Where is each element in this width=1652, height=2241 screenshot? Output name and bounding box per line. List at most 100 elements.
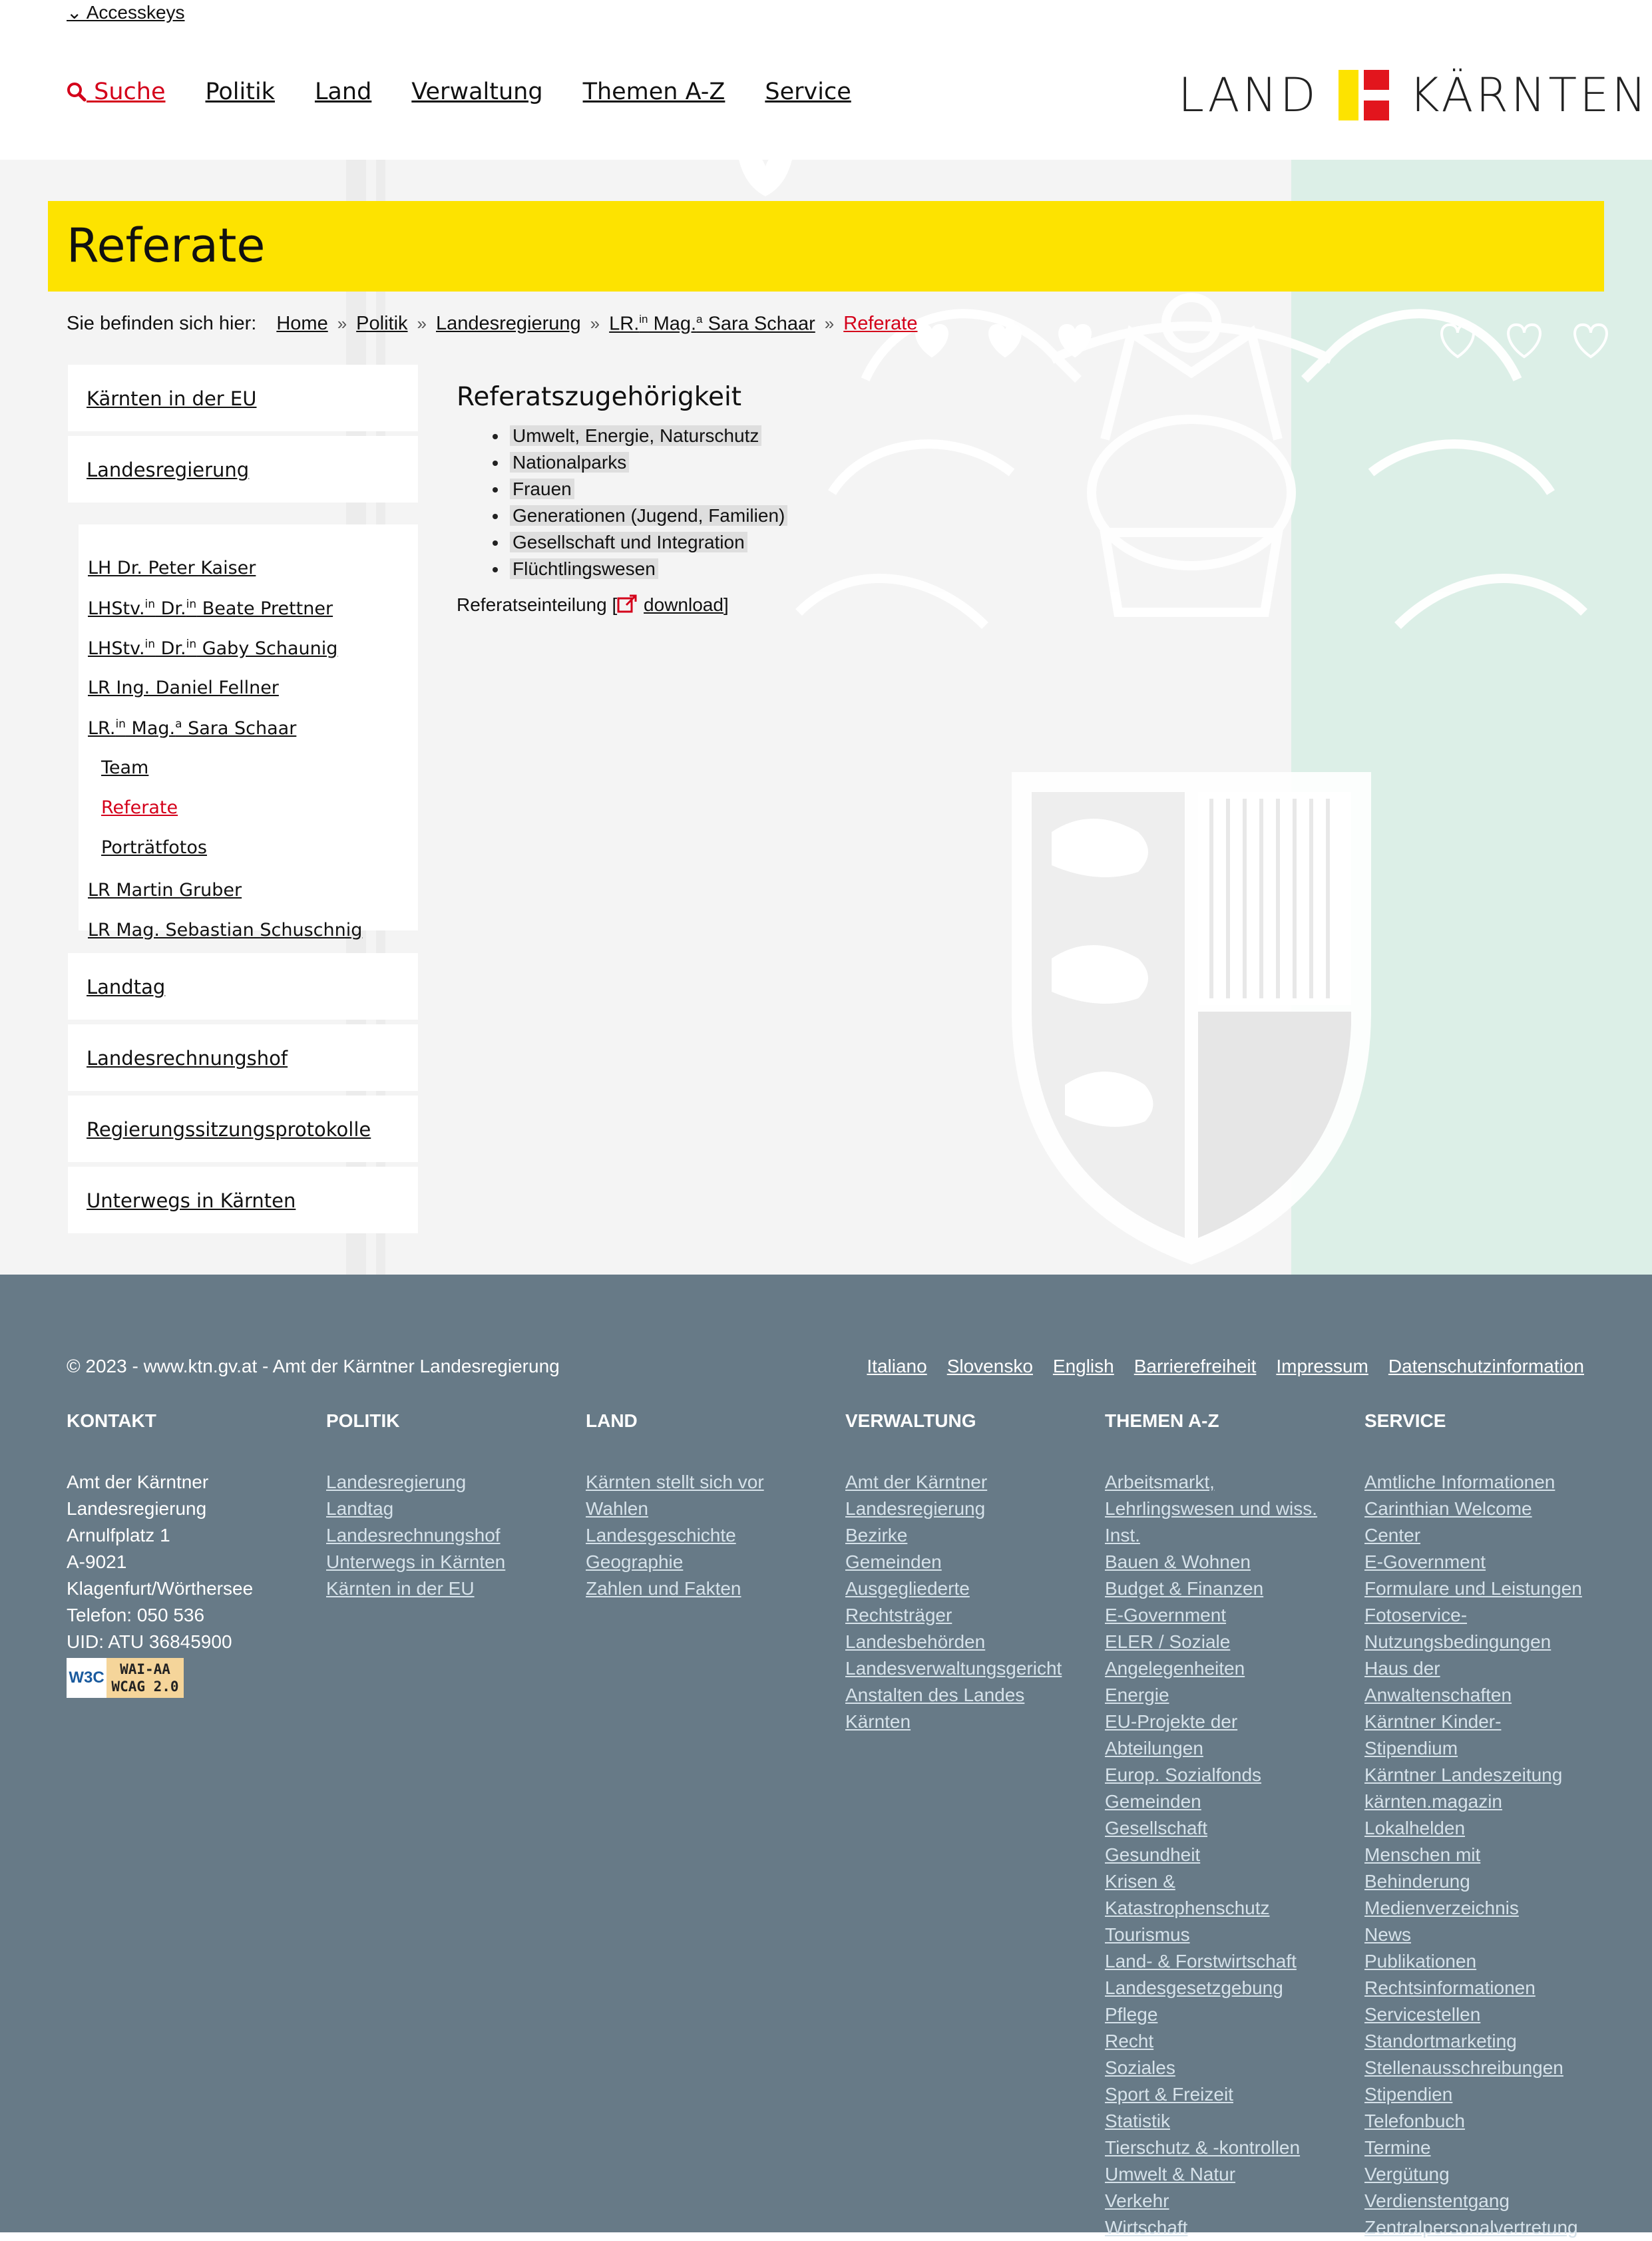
footer-link[interactable]: Landesgesetzgebung: [1105, 1975, 1344, 2001]
footer-link[interactable]: Rechtsträger: [845, 1602, 1085, 1629]
footer-link[interactable]: E-Government: [1364, 1549, 1604, 1575]
nav-service[interactable]: Service: [765, 79, 851, 105]
footer-link[interactable]: Gemeinden: [1105, 1788, 1344, 1815]
footer-link[interactable]: Zentralpersonalvertretung: [1364, 2214, 1604, 2241]
sidebar-item-regierungssitzungsprotokolle[interactable]: Regierungssitzungsprotokolle: [68, 1096, 418, 1162]
footer-link[interactable]: Anwaltenschaften: [1364, 1682, 1604, 1709]
nav-land[interactable]: Land: [315, 79, 371, 105]
breadcrumb-politik[interactable]: Politik: [356, 313, 407, 335]
footer-link[interactable]: ELER / Soziale: [1105, 1629, 1344, 1655]
footer-link[interactable]: Gemeinden: [845, 1549, 1085, 1575]
footer-link[interactable]: Kärntner Landeszeitung: [1364, 1762, 1604, 1788]
footer-link[interactable]: Formulare und Leistungen: [1364, 1575, 1604, 1602]
footer-link[interactable]: Kärnten stellt sich vor: [586, 1469, 825, 1496]
sidebar-item-referate[interactable]: Referate: [101, 797, 178, 818]
sidebar-item-portraetfotos[interactable]: Porträtfotos: [101, 837, 207, 858]
footer-link[interactable]: Angelegenheiten: [1105, 1655, 1344, 1682]
footer-link[interactable]: Zahlen und Fakten: [586, 1575, 825, 1602]
footer-link[interactable]: Budget & Finanzen: [1105, 1575, 1344, 1602]
nav-verwaltung[interactable]: Verwaltung: [411, 79, 542, 105]
footer-link[interactable]: Landesregierung: [326, 1469, 566, 1496]
footer-link[interactable]: Katastrophenschutz: [1105, 1895, 1344, 1922]
footer-link[interactable]: Amt der Kärntner: [845, 1469, 1085, 1496]
footer-link[interactable]: Arbeitsmarkt,: [1105, 1469, 1344, 1496]
footer-link[interactable]: Kärntner Kinder-: [1364, 1709, 1604, 1735]
footer-link[interactable]: Stellenausschreibungen: [1364, 2055, 1604, 2081]
footer-link[interactable]: Termine: [1364, 2135, 1604, 2161]
footer-link[interactable]: Stipendien: [1364, 2081, 1604, 2108]
sidebar-item-landesregierung[interactable]: Landesregierung: [68, 436, 418, 503]
footer-link[interactable]: Landesbehörden: [845, 1629, 1085, 1655]
sidebar-item-schaunig[interactable]: LHStv.in Dr.in Gaby Schaunig: [88, 638, 337, 659]
sidebar-item-landtag[interactable]: Landtag: [68, 953, 418, 1020]
sidebar-item-schaar[interactable]: LR.in Mag.a Sara Schaar: [88, 717, 296, 739]
footer-link-slovensko[interactable]: Slovensko: [947, 1356, 1033, 1377]
footer-link[interactable]: Kärnten in der EU: [326, 1575, 566, 1602]
footer-link[interactable]: Energie: [1105, 1682, 1344, 1709]
footer-link-english[interactable]: English: [1053, 1356, 1114, 1377]
footer-link[interactable]: Land- & Forstwirtschaft: [1105, 1948, 1344, 1975]
sidebar-item-unterwegs[interactable]: Unterwegs in Kärnten: [68, 1167, 418, 1233]
footer-link[interactable]: Telefonbuch: [1364, 2108, 1604, 2135]
footer-link[interactable]: Medienverzeichnis: [1364, 1895, 1604, 1922]
footer-link[interactable]: Haus der: [1364, 1655, 1604, 1682]
footer-link[interactable]: Rechtsinformationen: [1364, 1975, 1604, 2001]
nav-search[interactable]: Suche: [67, 79, 166, 105]
footer-link[interactable]: Lehrlingswesen und wiss.: [1105, 1496, 1344, 1522]
footer-link[interactable]: Stipendium: [1364, 1735, 1604, 1762]
footer-link[interactable]: Tourismus: [1105, 1922, 1344, 1948]
sidebar-item-kaernten-eu[interactable]: Kärnten in der EU: [68, 365, 418, 431]
footer-link[interactable]: Abteilungen: [1105, 1735, 1344, 1762]
breadcrumb-current[interactable]: Referate: [843, 313, 917, 335]
sidebar-item-landesrechnungshof[interactable]: Landesrechnungshof: [68, 1024, 418, 1091]
footer-link[interactable]: Servicestellen: [1364, 2001, 1604, 2028]
footer-link[interactable]: Menschen mit: [1364, 1842, 1604, 1868]
breadcrumb-home[interactable]: Home: [276, 313, 327, 335]
nav-politik[interactable]: Politik: [206, 79, 275, 105]
footer-link[interactable]: Umwelt & Natur: [1105, 2161, 1344, 2188]
footer-link[interactable]: kärnten.magazin: [1364, 1788, 1604, 1815]
breadcrumb-landesregierung[interactable]: Landesregierung: [436, 313, 581, 335]
footer-link[interactable]: Amtliche Informationen: [1364, 1469, 1604, 1496]
accesskeys-link[interactable]: ⌄ Accesskeys: [67, 1, 185, 23]
footer-link[interactable]: Wirtschaft: [1105, 2214, 1344, 2241]
breadcrumb-sara-schaar[interactable]: LR.in Mag.a Sara Schaar: [609, 313, 815, 335]
footer-link[interactable]: Landesgeschichte: [586, 1522, 825, 1549]
footer-link[interactable]: Carinthian Welcome: [1364, 1496, 1604, 1522]
footer-link[interactable]: Tierschutz & -kontrollen: [1105, 2135, 1344, 2161]
footer-link[interactable]: Anstalten des Landes: [845, 1682, 1085, 1709]
footer-link[interactable]: Sport & Freizeit: [1105, 2081, 1344, 2108]
footer-link[interactable]: Geographie: [586, 1549, 825, 1575]
wcag-badge[interactable]: W3C WAI-AA WCAG 2.0: [67, 1658, 184, 1698]
footer-link[interactable]: Nutzungsbedingungen: [1364, 1629, 1604, 1655]
footer-link[interactable]: Verkehr: [1105, 2188, 1344, 2214]
footer-link[interactable]: Wahlen: [586, 1496, 825, 1522]
footer-link-barrierefreiheit[interactable]: Barrierefreiheit: [1134, 1356, 1257, 1377]
footer-link[interactable]: Landesverwaltungsgericht: [845, 1655, 1085, 1682]
footer-link-impressum[interactable]: Impressum: [1276, 1356, 1368, 1377]
footer-link[interactable]: Inst.: [1105, 1522, 1344, 1549]
sidebar-item-fellner[interactable]: LR Ing. Daniel Fellner: [88, 678, 279, 698]
footer-link[interactable]: Landesrechnungshof: [326, 1522, 566, 1549]
download-link[interactable]: download: [644, 594, 723, 615]
footer-link[interactable]: Pflege: [1105, 2001, 1344, 2028]
nav-themen[interactable]: Themen A-Z: [583, 79, 725, 105]
footer-link-italiano[interactable]: Italiano: [867, 1356, 927, 1377]
footer-link[interactable]: Landesregierung: [845, 1496, 1085, 1522]
footer-link[interactable]: Statistik: [1105, 2108, 1344, 2135]
footer-link[interactable]: Landtag: [326, 1496, 566, 1522]
sidebar-item-team[interactable]: Team: [101, 757, 148, 778]
footer-link[interactable]: Vergütung: [1364, 2161, 1604, 2188]
footer-link[interactable]: Ausgegliederte: [845, 1575, 1085, 1602]
footer-link[interactable]: Unterwegs in Kärnten: [326, 1549, 566, 1575]
footer-link[interactable]: EU-Projekte der: [1105, 1709, 1344, 1735]
footer-link[interactable]: Bezirke: [845, 1522, 1085, 1549]
footer-link[interactable]: Center: [1364, 1522, 1604, 1549]
sidebar-item-schuschnig[interactable]: LR Mag. Sebastian Schuschnig: [88, 920, 362, 940]
sidebar-item-prettner[interactable]: LHStv.in Dr.in Beate Prettner: [88, 598, 333, 619]
footer-link[interactable]: Fotoservice-: [1364, 1602, 1604, 1629]
footer-link[interactable]: Recht: [1105, 2028, 1344, 2055]
footer-link[interactable]: Standortmarketing: [1364, 2028, 1604, 2055]
footer-link[interactable]: Behinderung: [1364, 1868, 1604, 1895]
footer-link[interactable]: Gesellschaft: [1105, 1815, 1344, 1842]
